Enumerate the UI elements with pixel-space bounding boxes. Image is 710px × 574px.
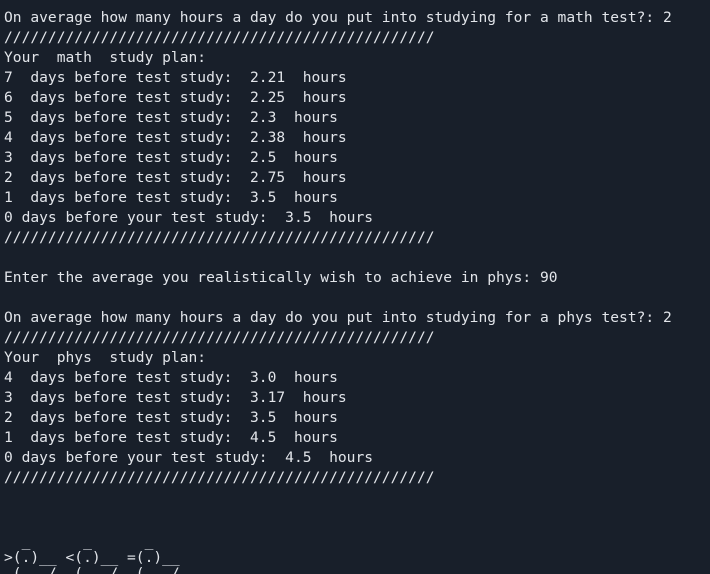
phys-plan-row: 4 days before test study: 3.0 hours bbox=[4, 369, 338, 386]
phys-plan-row: 2 days before test study: 3.5 hours bbox=[4, 409, 338, 426]
phys-average-prompt: Enter the average you realistically wish… bbox=[4, 269, 558, 286]
ducks-ascii-art: _ _ _ >(.)__ <(.)__ =(.)__ (___/ (___/ (_… bbox=[4, 534, 710, 574]
terminal-window[interactable]: On average how many hours a day do you p… bbox=[0, 0, 710, 574]
math-hours-prompt: On average how many hours a day do you p… bbox=[4, 9, 672, 26]
math-plan-row: 5 days before test study: 2.3 hours bbox=[4, 109, 338, 126]
math-plan-row: 2 days before test study: 2.75 hours bbox=[4, 169, 347, 186]
ascii-art-line: (___/ (___/ (___/ bbox=[4, 565, 180, 574]
ascii-art-line: >(.)__ <(.)__ =(.)__ bbox=[4, 549, 180, 566]
phys-hours-prompt: On average how many hours a day do you p… bbox=[4, 309, 672, 326]
math-plan-final-row: 0 days before your test study: 3.5 hours bbox=[4, 209, 374, 226]
phys-plan-final-row: 0 days before your test study: 4.5 hours bbox=[4, 449, 374, 466]
terminal-output: On average how many hours a day do you p… bbox=[4, 8, 710, 528]
math-plan-row: 3 days before test study: 2.5 hours bbox=[4, 149, 338, 166]
math-plan-heading: Your math study plan: bbox=[4, 49, 207, 66]
separator-line: ////////////////////////////////////////… bbox=[4, 469, 435, 486]
math-plan-row: 4 days before test study: 2.38 hours bbox=[4, 129, 347, 146]
phys-plan-heading: Your phys study plan: bbox=[4, 349, 207, 366]
separator-line: ////////////////////////////////////////… bbox=[4, 29, 435, 46]
math-plan-row: 6 days before test study: 2.25 hours bbox=[4, 89, 347, 106]
math-plan-row: 7 days before test study: 2.21 hours bbox=[4, 69, 347, 86]
phys-plan-row: 3 days before test study: 3.17 hours bbox=[4, 389, 347, 406]
math-plan-row: 1 days before test study: 3.5 hours bbox=[4, 189, 338, 206]
separator-line: ////////////////////////////////////////… bbox=[4, 329, 435, 346]
ascii-art-line: _ _ _ bbox=[4, 533, 154, 550]
separator-line: ////////////////////////////////////////… bbox=[4, 229, 435, 246]
phys-plan-row: 1 days before test study: 4.5 hours bbox=[4, 429, 338, 446]
